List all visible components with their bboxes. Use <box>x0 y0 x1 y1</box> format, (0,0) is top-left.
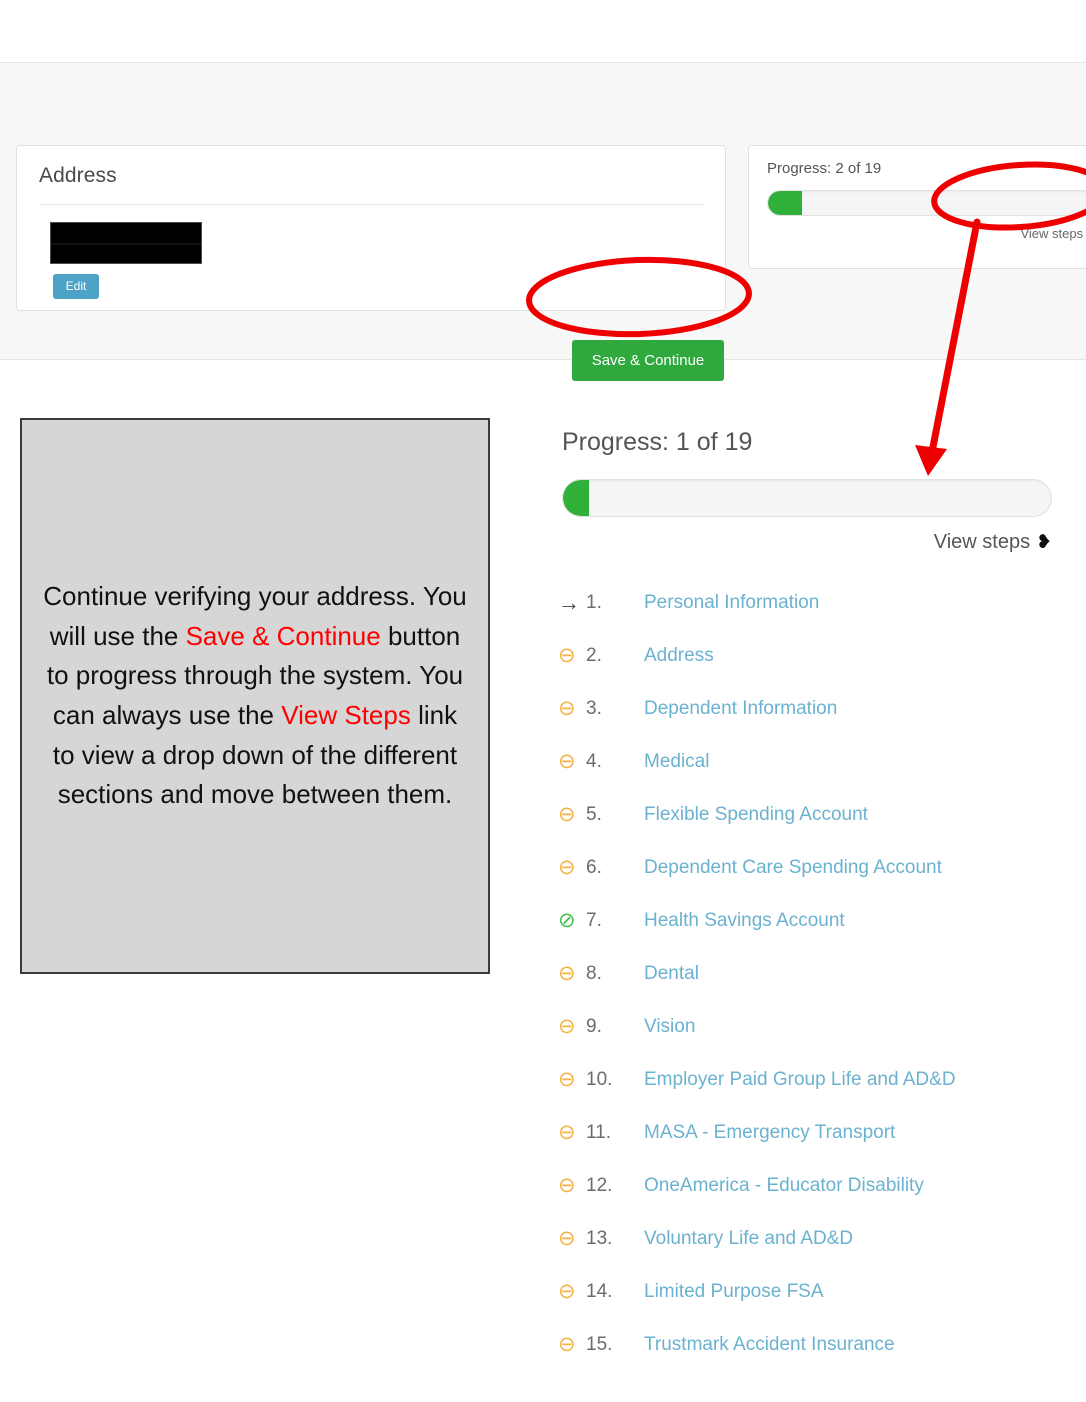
check-circle-icon: ⊘ <box>558 909 576 932</box>
step-number: 8. <box>586 962 602 984</box>
step-row[interactable]: ⊖ 9. Vision <box>558 1000 1070 1053</box>
progress-bar-panel <box>562 479 1052 517</box>
callout-highlight-view-steps: View Steps <box>281 700 411 730</box>
step-link[interactable]: MASA - Emergency Transport <box>644 1122 895 1144</box>
step-link[interactable]: Trustmark Accident Insurance <box>644 1334 895 1356</box>
step-row[interactable]: ⊖ 4. Medical <box>558 735 1070 788</box>
view-steps-label-panel: View steps <box>933 531 1031 553</box>
step-number: 7. <box>586 909 602 931</box>
minus-circle-icon: ⊖ <box>558 1068 576 1091</box>
progress-bar-fill-top <box>768 191 803 215</box>
step-row[interactable]: ⊘ 7. Health Savings Account <box>558 894 1070 947</box>
chevron-down-icon: ❥ <box>1036 532 1052 553</box>
redacted-address-value <box>50 222 202 264</box>
step-row[interactable]: ⊖ 12. OneAmerica - Educator Disability <box>558 1159 1070 1212</box>
minus-circle-icon: ⊖ <box>558 1015 576 1038</box>
minus-circle-icon: ⊖ <box>558 1227 576 1250</box>
step-number: 15. <box>586 1333 613 1355</box>
step-row[interactable]: ⊖ 15. Trustmark Accident Insurance <box>558 1318 1070 1371</box>
minus-circle-icon: ⊖ <box>558 697 576 720</box>
minus-circle-icon: ⊖ <box>558 803 576 826</box>
step-number: 2. <box>586 644 602 666</box>
step-link[interactable]: Dependent Care Spending Account <box>644 857 942 879</box>
step-link[interactable]: Flexible Spending Account <box>644 804 868 826</box>
redaction-line <box>51 243 201 245</box>
save-continue-button[interactable]: Save & Continue <box>572 340 724 381</box>
step-link[interactable]: Voluntary Life and AD&D <box>644 1228 853 1250</box>
steps-list: → 1. Personal Information ⊖ 2. Address ⊖ 3. Depe… <box>558 576 1070 1371</box>
step-row[interactable]: → 1. Personal Information <box>558 576 1070 629</box>
step-link[interactable]: Address <box>644 645 714 667</box>
application-strip: Address Edit Save & Continue Progress: 2… <box>0 62 1086 381</box>
progress-label-top: Progress: 2 of 19 <box>767 160 882 177</box>
progress-card-collapsed: Progress: 2 of 19 View steps❯ <box>748 145 1086 269</box>
step-row[interactable]: ⊖ 8. Dental <box>558 947 1070 1000</box>
step-row[interactable]: ⊖ 5. Flexible Spending Account <box>558 788 1070 841</box>
step-row[interactable]: ⊖ 10. Employer Paid Group Life and AD&D <box>558 1053 1070 1106</box>
step-row[interactable]: ⊖ 6. Dependent Care Spending Account <box>558 841 1070 894</box>
step-number: 14. <box>586 1280 613 1302</box>
view-steps-label-top: View steps <box>1020 226 1084 241</box>
progress-panel-expanded: Progress: 1 of 19 View steps ❥ → 1. Persona… <box>558 428 1070 1387</box>
step-row[interactable]: ⊖ 14. Limited Purpose FSA <box>558 1265 1070 1318</box>
step-number: 6. <box>586 856 602 878</box>
step-link[interactable]: Health Savings Account <box>644 910 845 932</box>
step-link[interactable]: Employer Paid Group Life and AD&D <box>644 1069 956 1091</box>
progress-bar-top <box>767 190 1086 216</box>
step-row[interactable]: ⊖ 3. Dependent Information <box>558 682 1070 735</box>
step-number: 5. <box>586 803 602 825</box>
minus-circle-icon: ⊖ <box>558 1280 576 1303</box>
edit-button[interactable]: Edit <box>53 274 99 299</box>
step-link[interactable]: Dependent Information <box>644 698 837 720</box>
step-link[interactable]: Medical <box>644 751 709 773</box>
step-row[interactable]: ⊖ 11. MASA - Emergency Transport <box>558 1106 1070 1159</box>
address-card-title: Address <box>39 164 117 187</box>
instruction-callout-text: Continue verifying your address. You wil… <box>22 577 488 814</box>
arrow-right-icon: → <box>558 589 580 615</box>
progress-label-panel: Progress: 1 of 19 <box>562 428 753 456</box>
step-link[interactable]: Dental <box>644 963 699 985</box>
step-link[interactable]: Limited Purpose FSA <box>644 1281 824 1303</box>
step-number: 9. <box>586 1015 602 1037</box>
minus-circle-icon: ⊖ <box>558 1333 576 1356</box>
step-number: 11. <box>586 1121 612 1143</box>
step-row[interactable]: ⊖ 2. Address <box>558 629 1070 682</box>
step-link[interactable]: OneAmerica - Educator Disability <box>644 1175 924 1197</box>
callout-highlight-save-continue: Save & Continue <box>185 620 381 651</box>
minus-circle-icon: ⊖ <box>558 962 576 985</box>
instruction-callout-box: Continue verifying your address. You wil… <box>20 418 490 974</box>
minus-circle-icon: ⊖ <box>558 1121 576 1144</box>
step-number: 10. <box>586 1068 613 1090</box>
step-number: 13. <box>586 1227 613 1249</box>
step-link[interactable]: Personal Information <box>644 592 819 614</box>
minus-circle-icon: ⊖ <box>558 750 576 773</box>
address-card-divider <box>39 204 705 205</box>
step-number: 3. <box>586 697 602 719</box>
step-number: 1. <box>586 591 602 613</box>
view-steps-link-top[interactable]: View steps❯ <box>1020 226 1086 242</box>
minus-circle-icon: ⊖ <box>558 856 576 879</box>
address-card: Address Edit <box>16 145 726 311</box>
step-number: 4. <box>586 750 602 772</box>
progress-bar-fill-panel <box>563 480 589 516</box>
view-steps-link-panel[interactable]: View steps ❥ <box>558 531 1052 554</box>
step-row[interactable]: ⊖ 13. Voluntary Life and AD&D <box>558 1212 1070 1265</box>
minus-circle-icon: ⊖ <box>558 644 576 667</box>
step-link[interactable]: Vision <box>644 1016 695 1038</box>
step-number: 12. <box>586 1174 613 1196</box>
minus-circle-icon: ⊖ <box>558 1174 576 1197</box>
